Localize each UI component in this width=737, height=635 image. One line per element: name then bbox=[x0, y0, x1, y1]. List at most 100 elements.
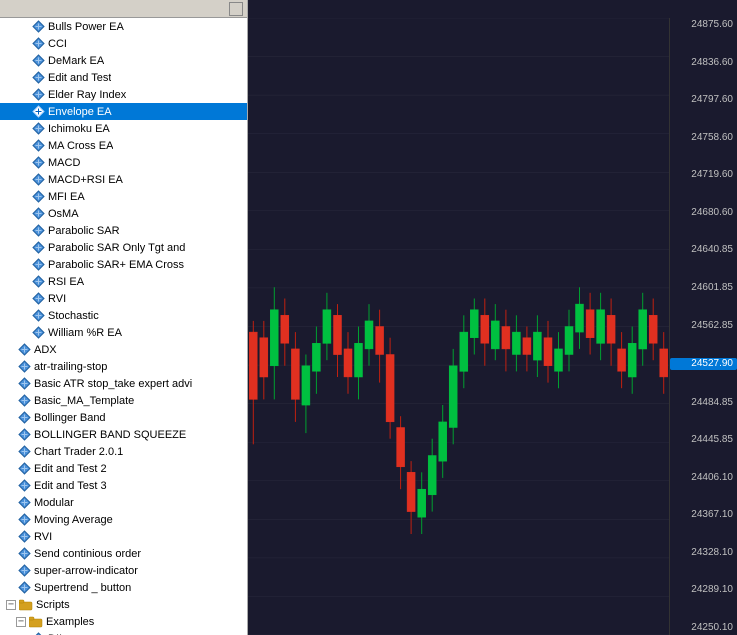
nav-item-ichimoku-ea[interactable]: Ichimoku EA bbox=[0, 120, 247, 137]
label-rvi: RVI bbox=[48, 293, 66, 305]
label-moving-average: Moving Average bbox=[34, 514, 113, 526]
nav-item-rvi[interactable]: RVI bbox=[0, 290, 247, 307]
price-label: 24328.10 bbox=[670, 548, 737, 558]
label-basic-ma: Basic_MA_Template bbox=[34, 395, 134, 407]
price-label: 24640.85 bbox=[670, 245, 737, 255]
icon-chart-trader bbox=[16, 444, 32, 460]
nav-item-rvi2[interactable]: RVI bbox=[0, 528, 247, 545]
nav-close-button[interactable] bbox=[229, 2, 243, 16]
label-parabolic-sar-only: Parabolic SAR Only Tgt and bbox=[48, 242, 185, 254]
nav-item-elder-ray[interactable]: Elder Ray Index bbox=[0, 86, 247, 103]
price-label: 24289.10 bbox=[670, 585, 737, 595]
icon-bulls-power-ea bbox=[30, 19, 46, 35]
nav-item-bollinger-band[interactable]: Bollinger Band bbox=[0, 409, 247, 426]
label-basic-atr: Basic ATR stop_take expert advi bbox=[34, 378, 192, 390]
nav-item-super-arrow[interactable]: super-arrow-indicator bbox=[0, 562, 247, 579]
label-supertrend: Supertrend _ button bbox=[34, 582, 131, 594]
candles-container bbox=[248, 18, 669, 635]
label-rsi-ea: RSI EA bbox=[48, 276, 84, 288]
nav-item-parabolic-sar-ema[interactable]: Parabolic SAR+ EMA Cross bbox=[0, 256, 247, 273]
nav-item-parabolic-sar[interactable]: Parabolic SAR bbox=[0, 222, 247, 239]
label-scripts: Scripts bbox=[36, 599, 70, 611]
chart-panel: 24875.6024836.6024797.6024758.6024719.60… bbox=[248, 0, 737, 635]
nav-item-chart-trader[interactable]: Chart Trader 2.0.1 bbox=[0, 443, 247, 460]
nav-item-scripts[interactable]: − Scripts bbox=[0, 596, 247, 613]
icon-ma-cross-ea bbox=[30, 138, 46, 154]
nav-item-edit-and-test[interactable]: Edit and Test bbox=[0, 69, 247, 86]
label-macd: MACD bbox=[48, 157, 80, 169]
label-parabolic-sar: Parabolic SAR bbox=[48, 225, 120, 237]
price-label: 24527.90 bbox=[670, 358, 737, 370]
nav-item-rsi-ea[interactable]: RSI EA bbox=[0, 273, 247, 290]
expand-scripts[interactable]: − bbox=[6, 600, 16, 610]
label-bollinger-squeeze: BOLLINGER BAND SQUEEZE bbox=[34, 429, 186, 441]
chart-area[interactable]: 24875.6024836.6024797.6024758.6024719.60… bbox=[248, 18, 737, 635]
nav-item-macd[interactable]: MACD bbox=[0, 154, 247, 171]
icon-envelope-ea bbox=[30, 104, 46, 120]
nav-item-bollinger-squeeze[interactable]: BOLLINGER BAND SQUEEZE bbox=[0, 426, 247, 443]
nav-item-adx[interactable]: ADX bbox=[0, 341, 247, 358]
nav-item-atr-trailing[interactable]: atr-trailing-stop bbox=[0, 358, 247, 375]
price-label: 24719.60 bbox=[670, 170, 737, 180]
icon-osma bbox=[30, 206, 46, 222]
icon-send-continuous bbox=[16, 546, 32, 562]
nav-item-mfi-ea[interactable]: MFI EA bbox=[0, 188, 247, 205]
label-super-arrow: super-arrow-indicator bbox=[34, 565, 138, 577]
label-ichimoku-ea: Ichimoku EA bbox=[48, 123, 110, 135]
icon-bollinger-band bbox=[16, 410, 32, 426]
price-label: 24484.85 bbox=[670, 398, 737, 408]
icon-stochastic bbox=[30, 308, 46, 324]
nav-item-envelope-ea[interactable]: Envelope EA bbox=[0, 103, 247, 120]
nav-item-send-continuous[interactable]: Send continious order bbox=[0, 545, 247, 562]
icon-william-r-ea bbox=[30, 325, 46, 341]
icon-bollinger-squeeze bbox=[16, 427, 32, 443]
nav-item-basic-ma[interactable]: Basic_MA_Template bbox=[0, 392, 247, 409]
price-label: 24680.60 bbox=[670, 208, 737, 218]
label-rvi2: RVI bbox=[34, 531, 52, 543]
icon-dll bbox=[30, 631, 46, 635]
label-chart-trader: Chart Trader 2.0.1 bbox=[34, 446, 123, 458]
icon-super-arrow bbox=[16, 563, 32, 579]
nav-item-william-r-ea[interactable]: William %R EA bbox=[0, 324, 247, 341]
nav-item-cci[interactable]: CCI bbox=[0, 35, 247, 52]
nav-header bbox=[0, 0, 247, 18]
nav-item-stochastic[interactable]: Stochastic bbox=[0, 307, 247, 324]
label-william-r-ea: William %R EA bbox=[48, 327, 122, 339]
icon-rvi2 bbox=[16, 529, 32, 545]
nav-item-edit-test-2[interactable]: Edit and Test 2 bbox=[0, 460, 247, 477]
nav-item-supertrend[interactable]: Supertrend _ button bbox=[0, 579, 247, 596]
navigator-panel: Bulls Power EA CCIDeMark EA Edit and Test E… bbox=[0, 0, 248, 635]
nav-item-dll[interactable]: DII bbox=[0, 630, 247, 635]
icon-supertrend bbox=[16, 580, 32, 596]
nav-item-macd-rsi-ea[interactable]: MACD+RSI EA bbox=[0, 171, 247, 188]
nav-item-moving-average[interactable]: Moving Average bbox=[0, 511, 247, 528]
icon-parabolic-sar-only bbox=[30, 240, 46, 256]
nav-item-ma-cross-ea[interactable]: MA Cross EA bbox=[0, 137, 247, 154]
nav-item-modular[interactable]: Modular bbox=[0, 494, 247, 511]
label-bulls-power-ea: Bulls Power EA bbox=[48, 21, 124, 33]
icon-scripts bbox=[18, 597, 34, 613]
label-modular: Modular bbox=[34, 497, 74, 509]
icon-basic-ma bbox=[16, 393, 32, 409]
price-label: 24445.85 bbox=[670, 435, 737, 445]
label-examples: Examples bbox=[46, 616, 94, 628]
label-edit-and-test: Edit and Test bbox=[48, 72, 111, 84]
icon-ichimoku-ea bbox=[30, 121, 46, 137]
nav-item-examples[interactable]: − Examples bbox=[0, 613, 247, 630]
icon-demark-ea bbox=[30, 53, 46, 69]
icon-adx bbox=[16, 342, 32, 358]
icon-parabolic-sar bbox=[30, 223, 46, 239]
icon-edit-test-3 bbox=[16, 478, 32, 494]
label-mfi-ea: MFI EA bbox=[48, 191, 85, 203]
nav-item-parabolic-sar-only[interactable]: Parabolic SAR Only Tgt and bbox=[0, 239, 247, 256]
label-atr-trailing: atr-trailing-stop bbox=[34, 361, 107, 373]
nav-tree[interactable]: Bulls Power EA CCIDeMark EA Edit and Test E… bbox=[0, 18, 247, 635]
nav-item-edit-test-3[interactable]: Edit and Test 3 bbox=[0, 477, 247, 494]
price-label: 24758.60 bbox=[670, 133, 737, 143]
price-label: 24406.10 bbox=[670, 473, 737, 483]
nav-item-osma[interactable]: OsMA bbox=[0, 205, 247, 222]
nav-item-basic-atr[interactable]: Basic ATR stop_take expert advi bbox=[0, 375, 247, 392]
nav-item-bulls-power-ea[interactable]: Bulls Power EA bbox=[0, 18, 247, 35]
expand-examples[interactable]: − bbox=[16, 617, 26, 627]
nav-item-demark-ea[interactable]: DeMark EA bbox=[0, 52, 247, 69]
